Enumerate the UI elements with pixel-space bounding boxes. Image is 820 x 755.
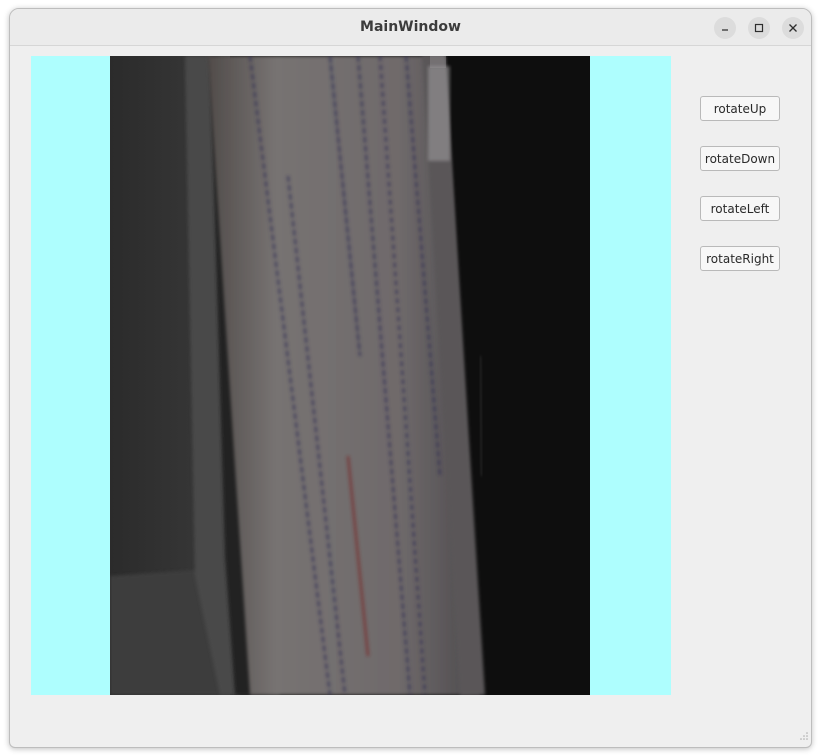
minimize-button[interactable] bbox=[714, 17, 736, 39]
camera-frame bbox=[110, 56, 590, 695]
rotate-up-button[interactable]: rotateUp bbox=[700, 96, 780, 121]
minimize-icon bbox=[720, 23, 730, 33]
rotate-left-button[interactable]: rotateLeft bbox=[700, 196, 780, 221]
camera-image bbox=[110, 56, 590, 695]
close-button[interactable] bbox=[782, 17, 804, 39]
close-icon bbox=[788, 23, 798, 33]
rotate-right-button[interactable]: rotateRight bbox=[700, 246, 780, 271]
window-title: MainWindow bbox=[360, 19, 461, 35]
video-display bbox=[31, 56, 671, 695]
resize-grip[interactable] bbox=[799, 726, 809, 745]
maximize-button[interactable] bbox=[748, 17, 770, 39]
title-bar[interactable]: MainWindow bbox=[10, 9, 811, 46]
maximize-icon bbox=[754, 23, 764, 33]
rotate-down-button[interactable]: rotateDown bbox=[700, 146, 780, 171]
main-window: MainWindow rotateUp rotateDown rotateLef… bbox=[9, 8, 812, 748]
